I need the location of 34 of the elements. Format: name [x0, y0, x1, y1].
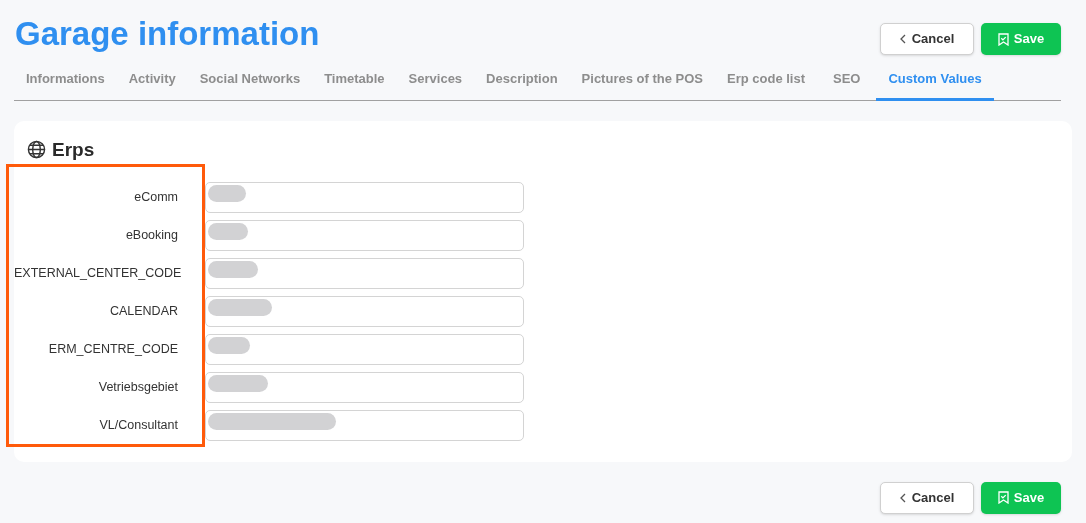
input-field[interactable]	[205, 296, 524, 327]
cancel-button[interactable]: Cancel	[880, 481, 974, 514]
input-field[interactable]	[205, 334, 524, 365]
tab[interactable]: Erp code list	[715, 69, 817, 101]
field-label: VL/Consultant	[98, 417, 178, 435]
globe-icon	[27, 140, 46, 160]
page-title: Garage information	[15, 14, 320, 54]
tab[interactable]: Pictures of the POS	[569, 69, 715, 101]
tab[interactable]: SEO	[817, 69, 877, 101]
field-label: Vetriebsgebiet	[97, 379, 178, 397]
tab[interactable]: Timetable	[312, 69, 397, 101]
tab[interactable]: Activity	[116, 69, 188, 101]
input-field[interactable]	[205, 258, 524, 289]
input-field[interactable]	[205, 182, 524, 213]
input-field[interactable]	[205, 410, 524, 441]
input-field[interactable]	[205, 372, 524, 403]
tab[interactable]: Social Networks	[187, 69, 313, 101]
tab[interactable]: Description	[474, 69, 570, 101]
chevron-left-icon	[899, 34, 906, 44]
field-label: eComm	[133, 189, 178, 207]
save-button[interactable]: Save	[981, 481, 1061, 514]
section-title: Erps	[52, 137, 95, 162]
cancel-button[interactable]: Cancel	[880, 23, 974, 55]
tab[interactable]: Informations	[14, 69, 117, 101]
bookmark-check-icon	[997, 32, 1009, 46]
field-label: CALENDAR	[108, 303, 178, 321]
field-label: ERM_CENTRE_CODE	[47, 341, 178, 359]
chevron-left-icon	[899, 492, 906, 503]
field-label: eBooking	[124, 227, 178, 245]
input-field[interactable]	[205, 220, 524, 251]
bookmark-check-icon	[997, 491, 1009, 504]
save-button[interactable]: Save	[981, 23, 1061, 55]
tab[interactable]: Services	[396, 69, 475, 101]
tab[interactable]: Custom Values	[876, 69, 994, 101]
